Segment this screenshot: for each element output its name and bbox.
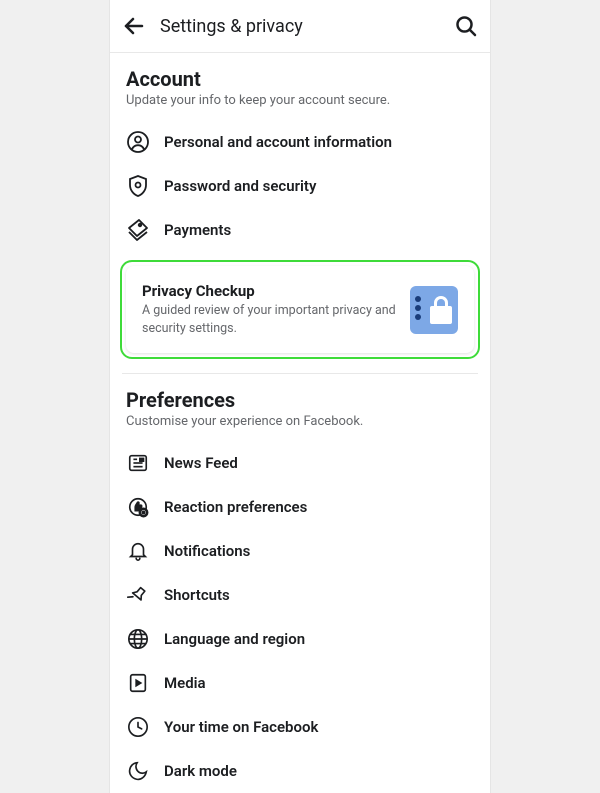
moon-icon (126, 759, 150, 783)
menu-label: Your time on Facebook (164, 718, 318, 736)
privacy-lock-icon (410, 286, 458, 334)
page-title: Settings & privacy (160, 16, 440, 37)
menu-item-notifications[interactable]: Notifications (110, 529, 490, 573)
menu-item-shortcuts[interactable]: Shortcuts (110, 573, 490, 617)
menu-item-language-region[interactable]: Language and region (110, 617, 490, 661)
person-circle-icon (126, 130, 150, 154)
menu-item-payments[interactable]: Payments (110, 208, 490, 252)
like-gear-icon (126, 495, 150, 519)
menu-label: Language and region (164, 630, 305, 648)
menu-item-your-time[interactable]: Your time on Facebook (110, 705, 490, 749)
privacy-checkup-title: Privacy Checkup (142, 282, 396, 300)
menu-item-reaction-prefs[interactable]: Reaction preferences (110, 485, 490, 529)
globe-icon (126, 627, 150, 651)
card-text: Privacy Checkup A guided review of your … (142, 282, 396, 337)
menu-item-media[interactable]: Media (110, 661, 490, 705)
menu-item-news-feed[interactable]: News Feed (110, 441, 490, 485)
menu-item-personal-info[interactable]: Personal and account information (110, 120, 490, 164)
menu-label: News Feed (164, 454, 238, 472)
privacy-checkup-highlight: Privacy Checkup A guided review of your … (120, 260, 480, 359)
menu-item-password-security[interactable]: Password and security (110, 164, 490, 208)
search-button[interactable] (454, 14, 478, 38)
section-preferences: Preferences Customise your experience on… (110, 374, 490, 441)
menu-label: Reaction preferences (164, 498, 307, 516)
privacy-checkup-card[interactable]: Privacy Checkup A guided review of your … (126, 266, 474, 353)
header-bar: Settings & privacy (110, 0, 490, 53)
privacy-checkup-subtitle: A guided review of your important privac… (142, 302, 396, 337)
settings-screen: Settings & privacy Account Update your i… (110, 0, 490, 793)
pin-icon (126, 583, 150, 607)
section-account: Account Update your info to keep your ac… (110, 53, 490, 120)
menu-item-dark-mode[interactable]: Dark mode (110, 749, 490, 793)
search-icon (454, 14, 478, 38)
menu-label: Payments (164, 221, 231, 239)
menu-label: Shortcuts (164, 586, 230, 604)
menu-label: Notifications (164, 542, 250, 560)
shield-icon (126, 174, 150, 198)
clock-icon (126, 715, 150, 739)
account-subtitle: Update your info to keep your account se… (126, 93, 474, 108)
menu-label: Dark mode (164, 762, 237, 780)
newspaper-icon (126, 451, 150, 475)
menu-label: Media (164, 674, 206, 692)
tag-icon (126, 218, 150, 242)
arrow-left-icon (122, 14, 146, 38)
video-icon (126, 671, 150, 695)
back-button[interactable] (122, 14, 146, 38)
menu-label: Personal and account information (164, 133, 392, 151)
menu-label: Password and security (164, 177, 316, 195)
account-title: Account (126, 67, 474, 91)
preferences-subtitle: Customise your experience on Facebook. (126, 414, 474, 429)
bell-icon (126, 539, 150, 563)
preferences-title: Preferences (126, 388, 474, 412)
